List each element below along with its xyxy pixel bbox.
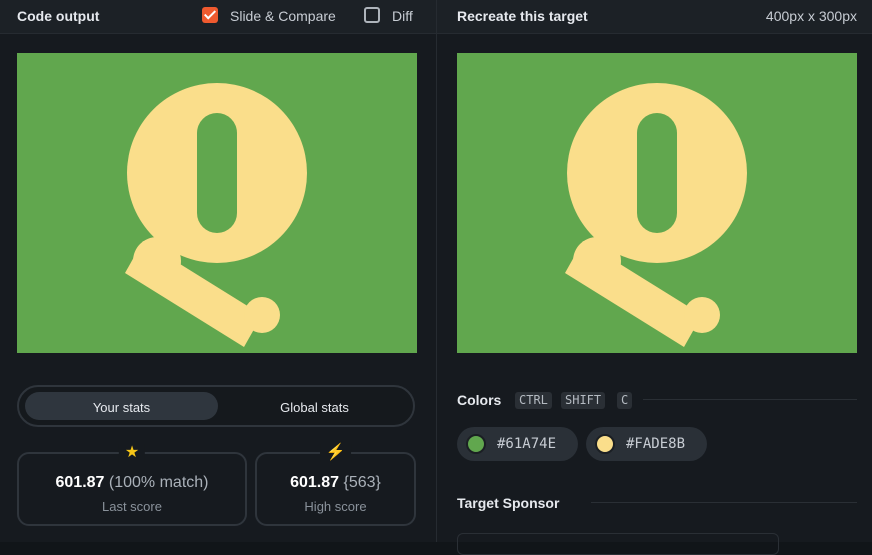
lightning-icon: ⚡ <box>319 444 352 462</box>
shortcut-key-c: C <box>617 392 633 409</box>
shortcut-key-ctrl: CTRL <box>515 392 552 409</box>
high-score-value: 601.87 <box>290 474 340 491</box>
last-score-value: 601.87 <box>55 474 105 491</box>
output-q-shape <box>125 83 307 347</box>
target-header: Recreate this target 400px x 300px <box>437 0 872 34</box>
high-score-line: 601.87 {563} <box>257 474 414 492</box>
star-icon: ★ <box>118 444 146 462</box>
code-output-panel: Code output Slide & Compare Diff Your st… <box>0 0 436 542</box>
last-score-match: (100% match) <box>108 474 209 491</box>
color-dot-yellow <box>595 434 615 454</box>
target-q-shape <box>565 83 747 347</box>
tab-global-stats[interactable]: Global stats <box>218 400 411 415</box>
color-swatch-yellow[interactable]: #FADE8B <box>586 427 707 461</box>
color-hex-green: #61A74E <box>497 436 557 452</box>
target-preview <box>457 53 857 353</box>
color-hex-yellow: #FADE8B <box>626 436 686 452</box>
stats-toggle: Your stats Global stats <box>17 385 415 427</box>
target-title: Recreate this target <box>457 8 588 24</box>
high-score-card: ⚡ 601.87 {563} High score <box>255 444 416 526</box>
high-score-rank: {563} <box>343 474 381 491</box>
colors-divider <box>643 399 857 400</box>
shortcut-key-shift: SHIFT <box>561 392 606 409</box>
target-dimensions: 400px x 300px <box>765 8 857 24</box>
color-swatch-green[interactable]: #61A74E <box>457 427 578 461</box>
target-sponsor-title: Target Sponsor <box>457 495 560 511</box>
code-output-header: Code output Slide & Compare Diff <box>0 0 436 34</box>
colors-title: Colors <box>457 392 502 408</box>
code-output-title: Code output <box>17 8 100 24</box>
sponsor-divider <box>591 502 857 503</box>
last-score-line: 601.87 (100% match) <box>19 474 245 492</box>
code-output-preview[interactable] <box>17 53 417 353</box>
last-score-card: ★ 601.87 (100% match) Last score <box>17 444 247 526</box>
slide-compare-checkbox[interactable] <box>202 7 218 23</box>
sponsor-box[interactable] <box>457 533 779 555</box>
diff-label[interactable]: Diff <box>392 8 413 24</box>
slide-compare-label[interactable]: Slide & Compare <box>230 8 336 24</box>
tab-your-stats[interactable]: Your stats <box>25 400 218 415</box>
color-dot-green <box>466 434 486 454</box>
target-panel: Recreate this target 400px x 300px Color… <box>437 0 872 555</box>
high-score-caption: High score <box>304 499 367 514</box>
last-score-caption: Last score <box>102 499 162 514</box>
diff-checkbox[interactable] <box>364 7 380 23</box>
